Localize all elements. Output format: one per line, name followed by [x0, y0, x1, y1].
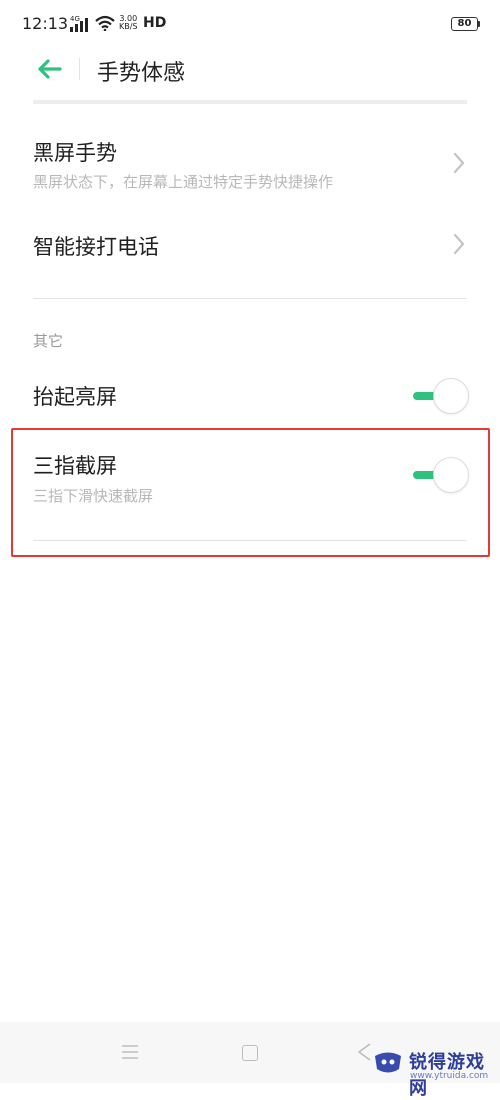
home-icon[interactable] — [242, 1045, 258, 1061]
battery-terminal — [478, 21, 480, 27]
toggle-knob — [433, 378, 469, 414]
highlight-box — [11, 428, 490, 557]
battery-icon: 80 — [451, 17, 478, 31]
menu-icon[interactable] — [120, 1044, 140, 1060]
section-label-other: 其它 — [33, 332, 64, 350]
header-divider — [33, 100, 467, 104]
nav-back-icon[interactable] — [356, 1042, 372, 1062]
status-time: 12:13 — [22, 14, 69, 33]
speed-unit: KB/S — [119, 22, 138, 31]
page-title: 手势体感 — [97, 61, 186, 86]
black-screen-gesture-title: 黑屏手势 — [33, 141, 117, 165]
black-screen-gesture-subtitle: 黑屏状态下，在屏幕上通过特定手势快捷操作 — [33, 173, 334, 191]
raise-to-wake-title: 抬起亮屏 — [33, 385, 117, 409]
back-arrow-icon[interactable] — [36, 57, 62, 81]
chevron-right-icon — [453, 233, 465, 255]
raise-to-wake-toggle[interactable] — [413, 378, 469, 414]
header-separator — [79, 58, 80, 80]
chevron-right-icon — [453, 152, 465, 174]
signal-icon — [70, 18, 88, 32]
hd-indicator: HD — [143, 15, 167, 31]
wifi-icon — [95, 15, 115, 31]
watermark-url: www.ytruida.com — [410, 1071, 489, 1081]
smart-call-title: 智能接打电话 — [33, 235, 159, 259]
watermark-logo-icon — [375, 1052, 401, 1073]
network-speed: 3.00 KB/S — [119, 15, 138, 31]
section-divider — [33, 298, 467, 299]
